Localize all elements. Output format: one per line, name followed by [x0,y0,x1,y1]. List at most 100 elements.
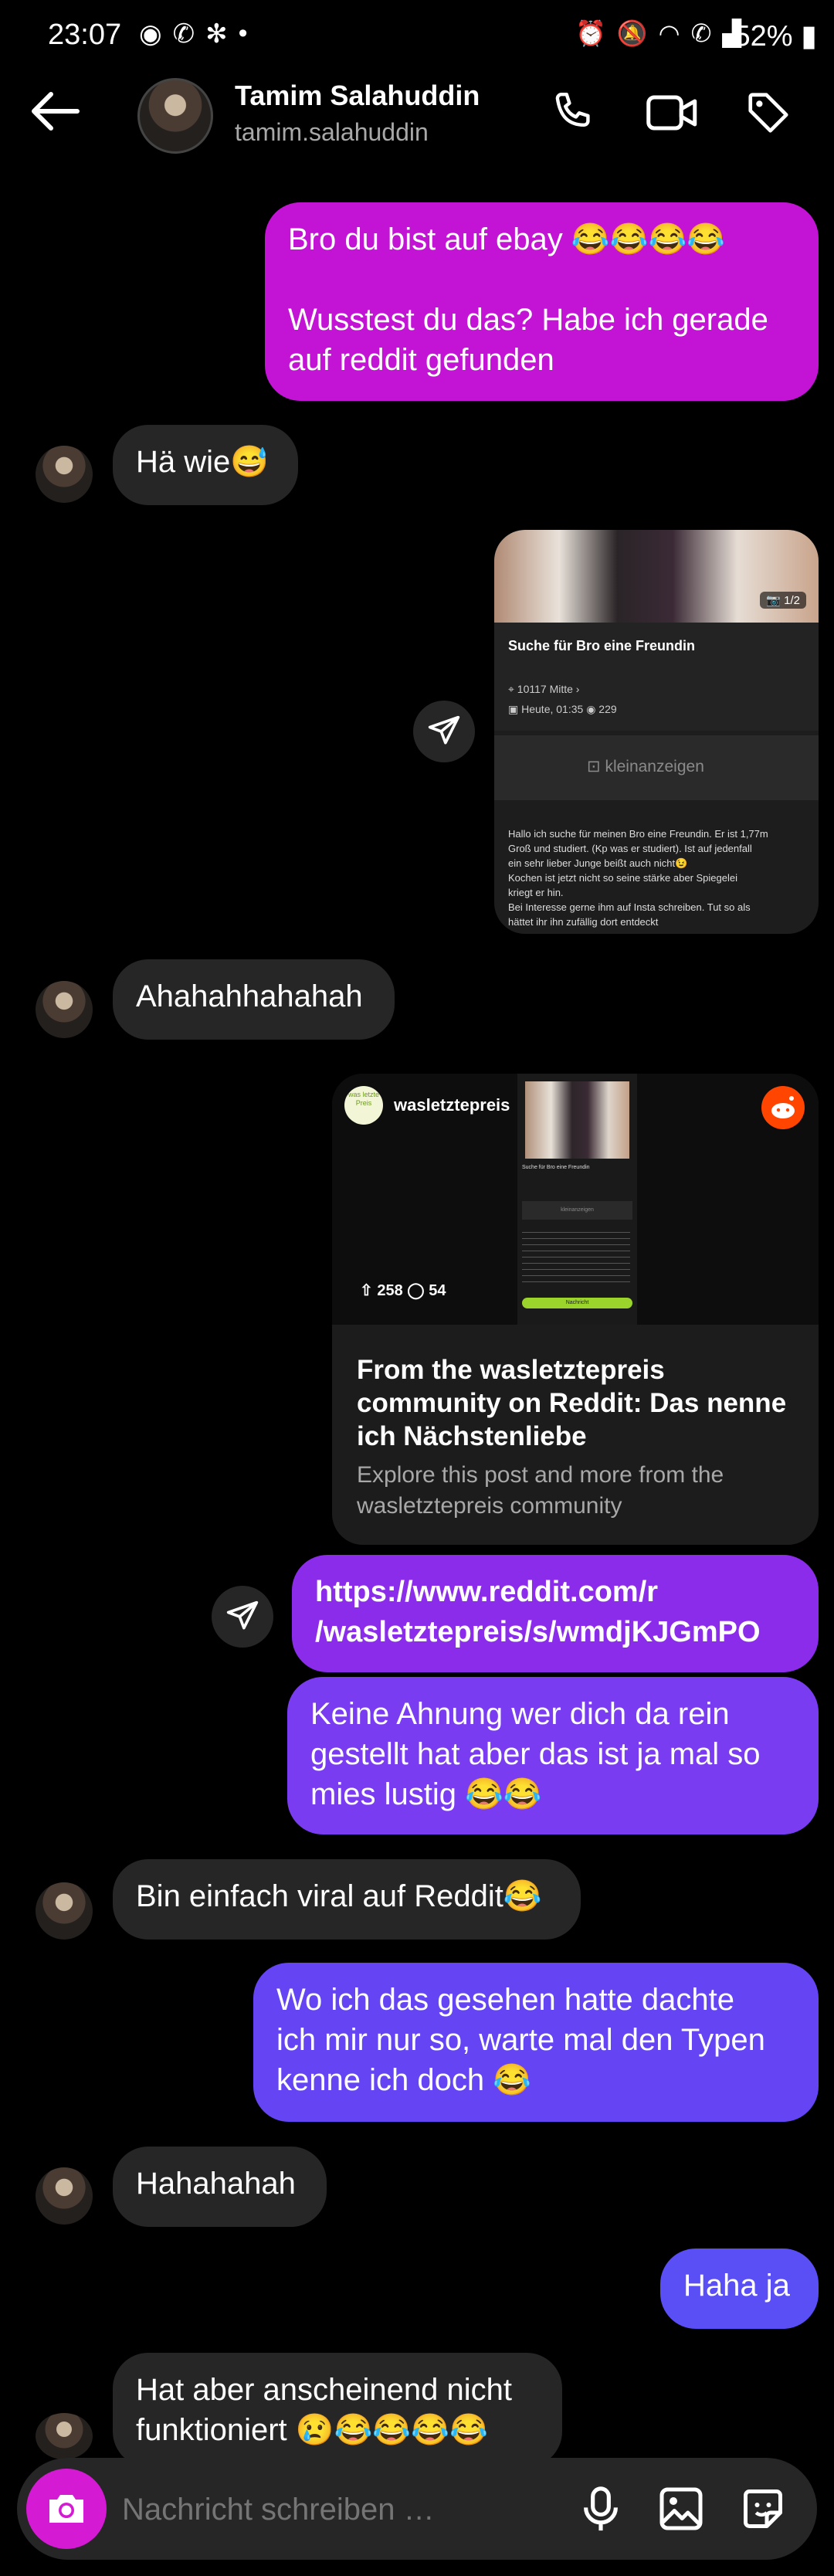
message-text: Wusstest du das? Habe ich gerade [288,303,768,337]
message-text: gestellt hat aber das ist ja mal so [310,1737,761,1771]
sender-avatar[interactable] [36,2413,93,2459]
calendar-icon: ▣ [508,703,522,715]
alarm-icon: ⏰ [575,19,606,47]
link-text[interactable]: /wasletztepreis/s/wmdjKJGmPO [315,1612,795,1652]
sender-avatar[interactable] [36,446,93,503]
message-text: funktioniert 😢😂😂😂😂 [136,2413,488,2447]
chat-header: Tamim Salahuddin tamim.salahuddin [0,73,834,158]
message-outgoing[interactable]: Wo ich das gesehen hatte dachte ich mir … [253,1963,819,2122]
reddit-link-card[interactable]: was letzte Preis wasletztepreis Suche fü… [332,1074,819,1545]
ad-body: Hallo ich suche für meinen Bro eine Freu… [508,826,811,929]
pinwheel-icon: ✻ [205,19,228,49]
wifi-call-icon: ✆ [690,19,712,47]
reddit-title-line: community on Reddit: Das nenne [357,1388,787,1418]
message-incoming[interactable]: Hä wie😅 [113,425,298,505]
ad-brand-bar: ⊡ kleinanzeigen [494,735,819,800]
message-composer [17,2458,817,2560]
message-outgoing[interactable]: Haha ja [660,2248,819,2329]
contact-name[interactable]: Tamim Salahuddin [235,80,480,112]
battery-level: 52% [734,20,793,53]
video-icon[interactable] [646,90,700,135]
message-text: auf reddit gefunden [288,343,554,377]
message-text: Ahahahhahahah [136,979,363,1013]
reddit-desc-line: Explore this post and more from the [357,1462,724,1488]
shared-ad-card[interactable]: 📷 1/2 Suche für Bro eine Freundin ⌖ 1011… [494,530,819,934]
ad-body-line: hättet ihr ihn zufällig dort entdeckt [508,916,659,928]
community-name: wasletztepreis [394,1095,510,1115]
contact-username[interactable]: tamim.salahuddin [235,118,429,147]
reddit-title: From the wasletztepreis community on Red… [357,1353,805,1453]
reddit-title-line: ich Nächstenliebe [357,1421,587,1451]
sticker-icon[interactable] [740,2486,786,2532]
ad-info: Suche für Bro eine Freundin ⌖ 10117 Mitt… [494,623,819,731]
comment-count: 54 [429,1282,446,1299]
message-incoming[interactable]: Ahahahhahahah [113,959,395,1040]
message-text: kenne ich doch 😂 [276,2063,531,2097]
mini-ad-screenshot: Suche für Bro eine Freundin kleinanzeige… [517,1074,637,1325]
message-text: Bin einfach viral auf Reddit😂 [136,1879,542,1913]
reddit-icon [761,1086,805,1129]
mini-ad-button: Nachricht [522,1298,632,1308]
reddit-stats: ⇧ 258 ◯ 54 [360,1281,446,1300]
battery-icon: ▮ [792,20,817,53]
ad-body-line: Kochen ist jetzt nicht so seine stärke a… [508,872,738,884]
camera-button[interactable] [26,2469,107,2549]
ad-body-line: Groß und studiert. (Kp was er studiert).… [508,843,752,854]
brand-label: ⊡ kleinanzeigen [587,757,704,776]
sender-avatar[interactable] [36,981,93,1038]
microphone-icon[interactable] [581,2486,621,2534]
message-incoming[interactable]: Bin einfach viral auf Reddit😂 [113,1859,581,1940]
link-text[interactable]: https://www.reddit.com/r [315,1572,795,1612]
message-text: Hat aber anscheinend nicht [136,2373,512,2407]
sender-avatar[interactable] [36,1882,93,1940]
location-pin-icon: ⌖ [508,683,517,695]
ad-photo [494,530,819,623]
battery-indicator: 52% ▮ [734,19,817,53]
message-link[interactable]: https://www.reddit.com/r /wasletztepreis… [292,1555,819,1672]
ad-body-line: Bei Interesse gerne ihm auf Insta schrei… [508,901,751,913]
upvote-icon: ⇧ [360,1282,378,1299]
whatsapp-icon: ✆ [172,19,195,49]
reddit-title-line: From the wasletztepreis [357,1355,665,1385]
share-icon [226,1600,259,1630]
message-text: Bro du bist auf ebay 😂😂😂😂 [288,222,726,256]
mini-ad-brand: kleinanzeigen [522,1201,632,1220]
share-icon [428,715,460,745]
mini-ad-photo [525,1081,629,1159]
ad-body-line: kriegt er hin. [508,887,564,898]
ad-location-text: 10117 Mitte [517,683,573,695]
mini-ad-body [522,1232,630,1286]
gallery-icon[interactable] [658,2486,704,2532]
message-text: Hahahahah [136,2167,296,2201]
photo-counter-text: 1/2 [784,594,800,607]
reddit-desc-line: wasletztepreis community [357,1493,622,1519]
status-bar: 23:07 ◉ ✆ ✻ • ⏰ 🔕 ◠ ✆ ▟ 52% ▮ [0,0,834,70]
share-button[interactable] [413,701,475,762]
message-text: Haha ja [683,2269,790,2303]
message-incoming[interactable]: Hahahahah [113,2147,327,2227]
phone-icon[interactable] [548,89,596,137]
ad-body-line: ein sehr lieber Junge beißt auch nicht😉 [508,857,688,869]
ad-date: Heute, 01:35 [521,703,584,715]
kleinanzeigen-logo-icon: ⊡ [587,758,605,776]
upvote-count: 258 [377,1282,403,1299]
message-text: Hä wie😅 [136,445,270,479]
back-arrow-icon[interactable] [31,91,80,131]
share-button[interactable] [212,1586,273,1648]
ad-meta: ▣ Heute, 01:35 ◉ 229 [508,703,617,716]
tag-icon[interactable] [744,89,792,137]
ad-views: 229 [598,703,617,715]
message-incoming[interactable]: Hat aber anscheinend nicht funktioniert … [113,2353,562,2467]
community-avatar-text: was letzte Preis [348,1091,380,1107]
message-outgoing[interactable]: Bro du bist auf ebay 😂😂😂😂 Wusstest du da… [265,202,819,401]
message-input[interactable] [120,2486,556,2534]
ad-body-line: Hallo ich suche für meinen Bro eine Freu… [508,828,768,840]
dot-icon: • [238,19,248,48]
sender-avatar[interactable] [36,2167,93,2225]
message-outgoing[interactable]: Keine Ahnung wer dich da rein gestellt h… [287,1677,819,1834]
contact-avatar[interactable] [137,78,213,154]
camera-small-icon: 📷 [766,594,785,607]
wifi-icon: ◠ [658,19,680,47]
ad-title: Suche für Bro eine Freundin [508,638,696,653]
reddit-preview-image: was letzte Preis wasletztepreis Suche fü… [332,1074,819,1325]
